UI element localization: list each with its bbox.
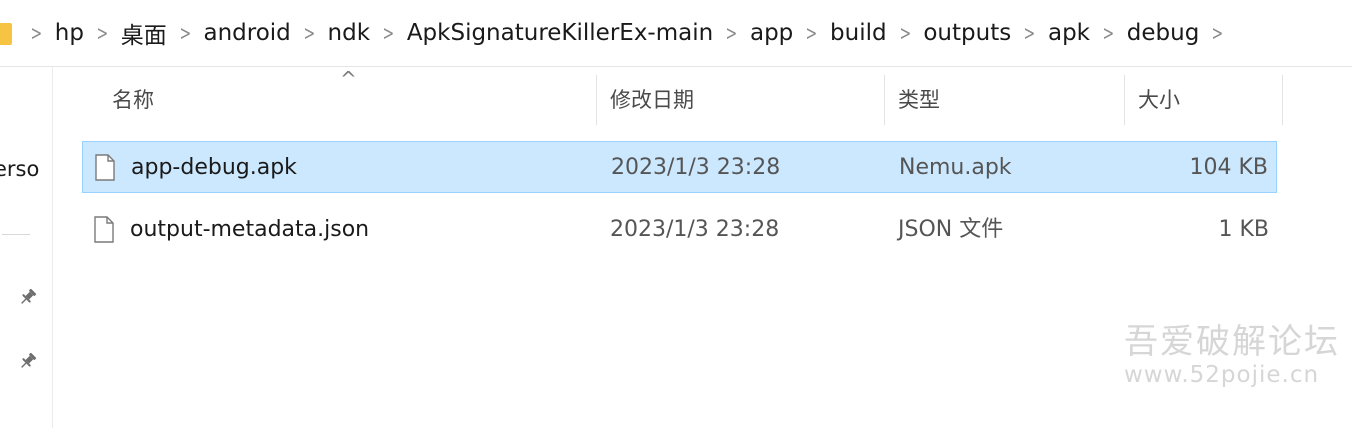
nav-divider <box>2 234 30 235</box>
folder-icon <box>0 23 12 45</box>
column-divider[interactable] <box>596 75 597 125</box>
chevron-right-icon[interactable]: > <box>1024 21 1036 45</box>
file-icon <box>94 216 114 243</box>
watermark-title: 吾爱破解论坛 <box>1124 322 1340 362</box>
file-type: JSON 文件 <box>898 217 1004 242</box>
column-divider[interactable] <box>1124 75 1125 125</box>
file-date: 2023/1/3 23:28 <box>611 155 781 180</box>
chevron-right-icon[interactable]: > <box>383 21 395 45</box>
file-row[interactable]: output-metadata.json 2023/1/3 23:28 JSON… <box>82 204 1277 256</box>
chevron-right-icon[interactable]: > <box>1103 21 1115 45</box>
pin-icon[interactable] <box>18 287 38 307</box>
chevron-right-icon[interactable]: > <box>96 21 108 45</box>
breadcrumb-item-ndk[interactable]: ndk <box>328 20 371 46</box>
breadcrumb-item-debug[interactable]: debug <box>1127 20 1200 46</box>
file-icon <box>95 154 115 181</box>
chevron-right-icon[interactable]: > <box>31 21 43 45</box>
navigation-pane: erso <box>0 67 53 428</box>
column-header-name[interactable]: 名称 <box>112 67 154 129</box>
breadcrumb-item-project[interactable]: ApkSignatureKillerEx-main <box>407 20 713 46</box>
column-divider[interactable] <box>884 75 885 125</box>
chevron-right-icon[interactable]: > <box>1212 21 1224 45</box>
column-header-type[interactable]: 类型 <box>898 67 940 129</box>
file-type: Nemu.apk <box>899 155 1012 180</box>
file-date: 2023/1/3 23:28 <box>610 217 780 242</box>
breadcrumb-item-outputs[interactable]: outputs <box>923 20 1011 46</box>
breadcrumb: > hp > 桌面 > android > ndk > ApkSignature… <box>18 0 1236 66</box>
chevron-right-icon[interactable]: > <box>806 21 818 45</box>
file-name[interactable]: app-debug.apk <box>131 142 297 192</box>
column-divider[interactable] <box>1282 75 1283 125</box>
breadcrumb-item-app[interactable]: app <box>750 20 793 46</box>
breadcrumb-item-desktop[interactable]: 桌面 <box>121 16 167 50</box>
file-name[interactable]: output-metadata.json <box>130 204 369 254</box>
watermark-url: www.52pojie.cn <box>1124 362 1320 388</box>
file-row[interactable]: app-debug.apk 2023/1/3 23:28 Nemu.apk 10… <box>82 141 1277 193</box>
breadcrumb-item-build[interactable]: build <box>830 20 887 46</box>
file-size: 104 KB <box>1189 155 1268 180</box>
file-size: 1 KB <box>1218 217 1269 242</box>
column-header-row: ^ 名称 修改日期 类型 大小 <box>82 67 1283 129</box>
chevron-right-icon[interactable]: > <box>179 21 191 45</box>
pin-icon[interactable] <box>18 351 38 371</box>
breadcrumb-item-hp[interactable]: hp <box>55 20 84 46</box>
nav-item-label[interactable]: erso <box>0 157 39 181</box>
chevron-right-icon[interactable]: > <box>726 21 738 45</box>
address-bar[interactable]: > hp > 桌面 > android > ndk > ApkSignature… <box>0 0 1352 67</box>
column-header-size[interactable]: 大小 <box>1138 67 1180 129</box>
column-header-date[interactable]: 修改日期 <box>610 67 694 129</box>
chevron-right-icon[interactable]: > <box>303 21 315 45</box>
sort-ascending-icon[interactable]: ^ <box>340 67 357 91</box>
breadcrumb-item-apk[interactable]: apk <box>1048 20 1090 46</box>
breadcrumb-item-android[interactable]: android <box>203 20 290 46</box>
chevron-right-icon[interactable]: > <box>899 21 911 45</box>
